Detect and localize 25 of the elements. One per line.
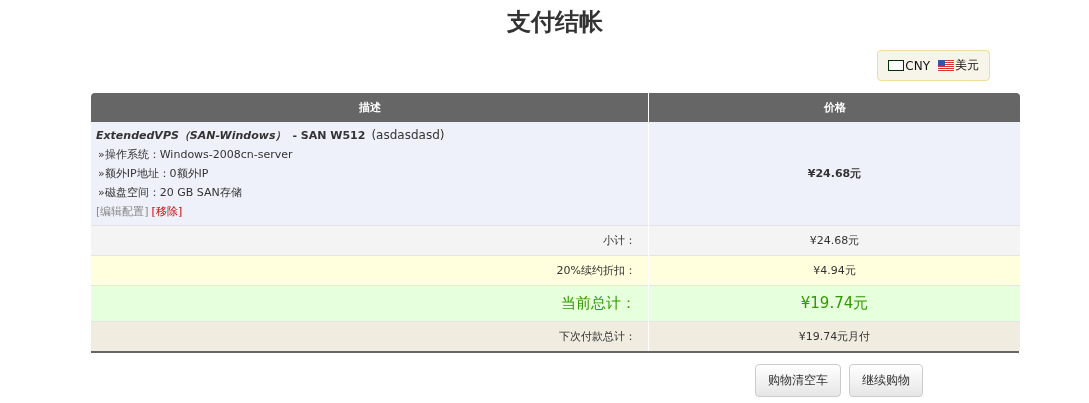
total-label-cell: 小计：	[91, 225, 648, 255]
cart-button[interactable]: 购物清空车	[755, 364, 841, 397]
total-value-cell: ¥24.68元	[649, 225, 1020, 255]
total-label-cell: 20%续约折扣：	[91, 255, 648, 285]
currency-link[interactable]: 美元	[938, 57, 979, 74]
total-label-cell: 下次付款总计：	[91, 321, 648, 351]
remove-link[interactable]: [移除]	[151, 204, 183, 219]
config-option: »额外IP地址：0额外IP	[96, 166, 643, 181]
currency-link[interactable]: CNY	[888, 58, 930, 73]
price-cell: ¥24.68元	[649, 122, 1020, 225]
hostname: (asdasdasd)	[371, 128, 445, 142]
checkbox-icon	[888, 60, 905, 71]
page-title: 支付结帐	[506, 7, 604, 38]
flag-icon	[938, 60, 954, 71]
total-value-cell: ¥4.94元	[649, 255, 1020, 285]
total-value-cell: ¥19.74元月付	[649, 321, 1020, 351]
config-option: »操作系统：Windows-2008cn-server	[96, 147, 643, 162]
config-option: »磁盘空间：20 GB SAN存储	[96, 185, 643, 200]
column-header: 价格	[649, 93, 1020, 122]
total-value-cell: ¥19.74元	[649, 285, 1020, 321]
column-header: 描述	[91, 93, 648, 122]
product-name: ExtendedVPS（SAN-Windows）	[96, 128, 287, 143]
total-label-cell: 当前总计：	[91, 285, 648, 321]
plan-name: - SAN W512	[292, 129, 366, 142]
cart-button[interactable]: 继续购物	[849, 364, 923, 397]
